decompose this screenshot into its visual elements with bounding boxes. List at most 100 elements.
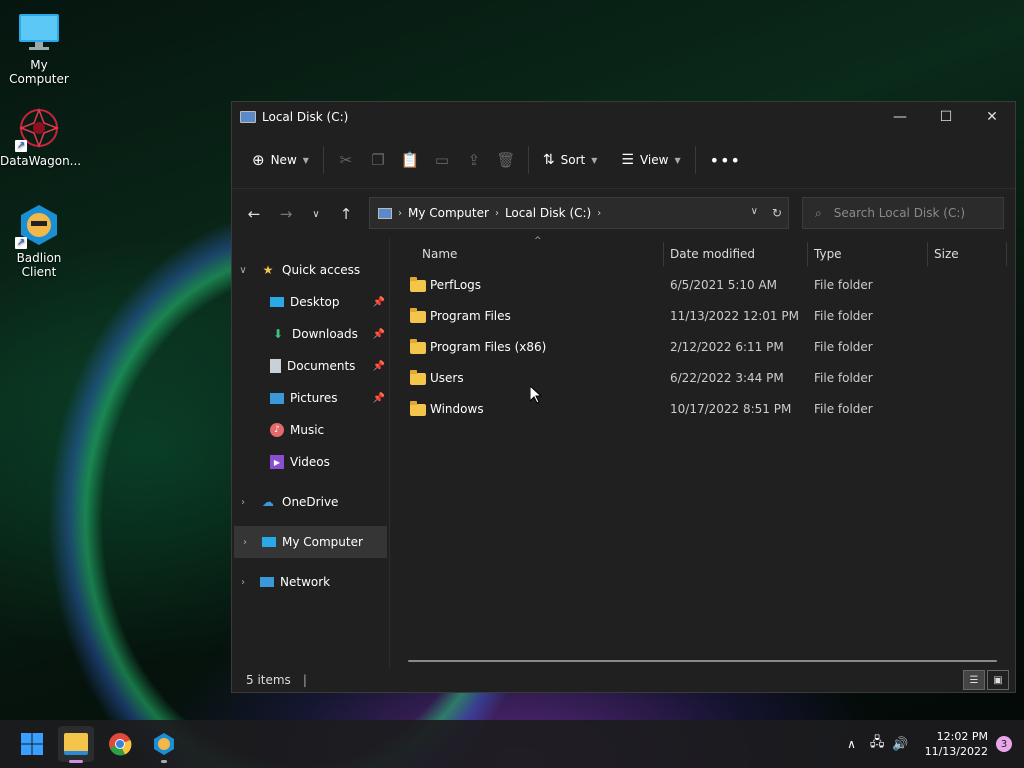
- rename-icon[interactable]: ▭: [426, 146, 458, 174]
- sidebar-item-desktop[interactable]: Desktop 📌: [232, 286, 389, 318]
- more-options-button[interactable]: •••: [702, 145, 749, 176]
- column-header-date[interactable]: Date modified: [670, 247, 755, 261]
- refresh-icon[interactable]: ↻: [772, 206, 782, 220]
- column-divider[interactable]: [1006, 242, 1007, 266]
- desktop-icon-badlion[interactable]: ↗ Badlion Client: [0, 203, 78, 279]
- monitor-icon: [262, 537, 276, 547]
- status-divider: |: [302, 673, 307, 687]
- chevron-right-icon: ›: [597, 207, 602, 219]
- chevron-up-icon[interactable]: ∧: [847, 737, 856, 751]
- sort-label: Sort: [560, 153, 586, 167]
- file-type: File folder: [814, 340, 873, 354]
- column-header-type[interactable]: Type: [814, 247, 842, 261]
- sidebar-item-music[interactable]: ♪ Music: [232, 414, 389, 446]
- details-view-icon[interactable]: ☰: [963, 670, 985, 690]
- sidebar-item-downloads[interactable]: ⬇ Downloads 📌: [232, 318, 389, 350]
- desktop-icon-my-computer[interactable]: My Computer: [0, 10, 78, 86]
- sidebar-item-onedrive[interactable]: › ☁ OneDrive: [232, 486, 389, 518]
- item-count: 5 items: [246, 673, 291, 687]
- search-icon: ⌕: [815, 205, 822, 220]
- address-bar[interactable]: › My Computer › Local Disk (C:) › ∨ ↻: [369, 197, 789, 229]
- sort-button[interactable]: ⇅ Sort ▼: [535, 146, 606, 174]
- horizontal-scrollbar[interactable]: [408, 660, 997, 662]
- minimize-button[interactable]: —: [877, 102, 923, 132]
- large-icons-view-icon[interactable]: ▣: [987, 670, 1009, 690]
- file-explorer-window: Local Disk (C:) — ☐ ✕ ⊕ New ▼ ✂ ❐ 📋 ▭ ⇪ …: [231, 101, 1016, 693]
- maximize-button[interactable]: ☐: [923, 102, 969, 132]
- chevron-right-icon[interactable]: ›: [232, 497, 254, 508]
- sidebar-item-network[interactable]: › Network: [232, 566, 389, 598]
- window-title: Local Disk (C:): [262, 110, 349, 124]
- sidebar-label: My Computer: [282, 535, 363, 549]
- forward-button[interactable]: →: [270, 198, 302, 230]
- command-bar: ⊕ New ▼ ✂ ❐ 📋 ▭ ⇪ 🗑 ⇅ Sort ▼ ☰ View ▼ ••…: [232, 132, 1015, 189]
- view-label: View: [639, 153, 669, 167]
- active-indicator: [69, 760, 83, 763]
- column-divider[interactable]: [663, 242, 664, 266]
- column-divider[interactable]: [927, 242, 928, 266]
- search-input[interactable]: [831, 205, 996, 221]
- back-button[interactable]: ←: [238, 198, 270, 230]
- folder-icon: [410, 277, 426, 295]
- file-name: Program Files (x86): [430, 340, 547, 354]
- pin-icon: 📌: [372, 360, 385, 372]
- monitor-icon: [17, 10, 61, 54]
- sidebar-item-documents[interactable]: Documents 📌: [232, 350, 389, 382]
- folder-icon: [410, 370, 426, 388]
- copy-icon[interactable]: ❐: [362, 146, 394, 174]
- table-row[interactable]: Program Files (x86) 2/12/2022 6:11 PM Fi…: [390, 332, 1015, 363]
- network-icon[interactable]: 🖧: [870, 733, 885, 755]
- sidebar-label: Videos: [290, 455, 330, 469]
- desktop-icon-datawagon[interactable]: ↗ DataWagon...: [0, 106, 81, 168]
- view-button[interactable]: ☰ View ▼: [613, 146, 688, 174]
- drive-icon: [240, 111, 256, 123]
- file-date: 2/12/2022 6:11 PM: [670, 340, 784, 354]
- table-row[interactable]: Windows 10/17/2022 8:51 PM File folder: [390, 394, 1015, 425]
- breadcrumb-my-computer[interactable]: My Computer: [408, 206, 489, 220]
- sidebar-label: Pictures: [290, 391, 338, 405]
- share-icon[interactable]: ⇪: [458, 146, 490, 174]
- chevron-right-icon[interactable]: ›: [232, 577, 254, 588]
- breadcrumb-local-disk[interactable]: Local Disk (C:): [505, 206, 591, 220]
- taskbar-file-explorer[interactable]: [58, 726, 94, 763]
- clock[interactable]: 12:02 PM 11/13/2022: [925, 729, 988, 759]
- desktop-icon-label: Badlion Client: [16, 251, 62, 279]
- taskbar: ∧ 🖧 🔊 12:02 PM 11/13/2022 3: [0, 720, 1024, 768]
- file-name: Windows: [430, 402, 484, 416]
- title-bar[interactable]: Local Disk (C:) — ☐ ✕: [232, 102, 1015, 132]
- sidebar-item-pictures[interactable]: Pictures 📌: [232, 382, 389, 414]
- view-list-icon: ☰: [621, 152, 634, 168]
- toolbar-divider: [527, 146, 529, 174]
- sidebar-item-my-computer[interactable]: › My Computer: [234, 526, 387, 558]
- table-row[interactable]: PerfLogs 6/5/2021 5:10 AM File folder: [390, 270, 1015, 301]
- column-divider[interactable]: [807, 242, 808, 266]
- file-date: 10/17/2022 8:51 PM: [670, 402, 792, 416]
- table-row[interactable]: Program Files 11/13/2022 12:01 PM File f…: [390, 301, 1015, 332]
- navigation-bar: ← → ∨ ↑ › My Computer › Local Disk (C:) …: [232, 189, 1015, 239]
- volume-icon[interactable]: 🔊: [892, 737, 908, 752]
- chevron-down-icon: ▼: [674, 155, 681, 165]
- column-header-name[interactable]: Name: [422, 247, 457, 261]
- close-button[interactable]: ✕: [969, 102, 1015, 132]
- taskbar-badlion[interactable]: [146, 726, 182, 763]
- sidebar-item-videos[interactable]: ▶ Videos: [232, 446, 389, 478]
- chevron-right-icon[interactable]: ›: [234, 537, 256, 548]
- delete-icon[interactable]: 🗑: [490, 146, 522, 174]
- up-button[interactable]: ↑: [330, 198, 362, 230]
- start-button[interactable]: [14, 726, 50, 762]
- paste-icon[interactable]: 📋: [394, 146, 426, 174]
- recent-locations-button[interactable]: ∨: [302, 198, 330, 230]
- taskbar-chrome[interactable]: [102, 726, 138, 762]
- chevron-down-icon[interactable]: ∨: [232, 265, 254, 276]
- notification-badge[interactable]: 3: [996, 736, 1012, 752]
- table-row[interactable]: Users 6/22/2022 3:44 PM File folder: [390, 363, 1015, 394]
- search-box[interactable]: ⌕: [802, 197, 1004, 229]
- column-header-size[interactable]: Size: [934, 247, 959, 261]
- address-dropdown-icon[interactable]: ∨: [751, 206, 758, 220]
- file-name: Program Files: [430, 309, 511, 323]
- new-button[interactable]: ⊕ New ▼: [244, 145, 317, 175]
- sidebar-label: Desktop: [290, 295, 340, 309]
- file-type: File folder: [814, 402, 873, 416]
- cut-icon[interactable]: ✂: [330, 146, 362, 174]
- sidebar-item-quick-access[interactable]: ∨ ★ Quick access: [232, 254, 389, 286]
